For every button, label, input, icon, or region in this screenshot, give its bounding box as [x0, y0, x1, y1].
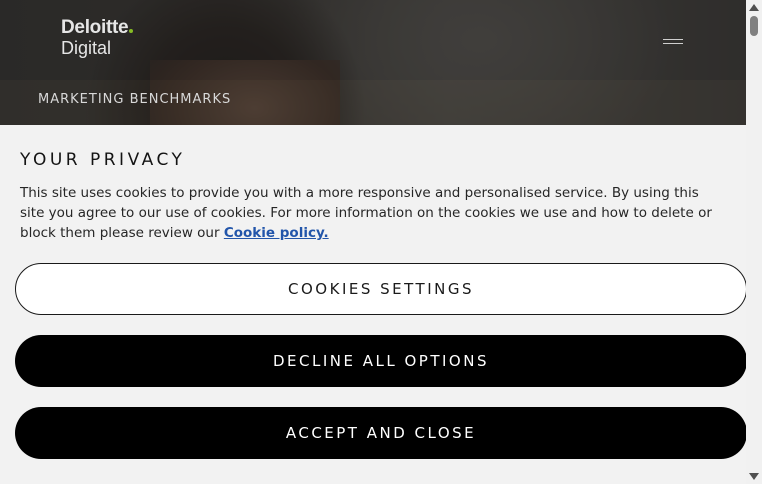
page: Deloitte Digital MARKETING BENCHMARKS YO… [0, 0, 762, 484]
cookies-settings-button[interactable]: COOKIES SETTINGS [15, 263, 747, 315]
site-header: Deloitte Digital [0, 0, 746, 80]
privacy-banner-body: This site uses cookies to provide you wi… [20, 185, 712, 241]
hamburger-menu-icon[interactable] [663, 36, 683, 46]
privacy-banner-title: YOUR PRIVACY [20, 150, 186, 170]
scroll-up-arrow-icon[interactable] [749, 4, 759, 11]
accept-and-close-button[interactable]: ACCEPT AND CLOSE [15, 407, 747, 459]
privacy-banner-text: This site uses cookies to provide you wi… [20, 183, 720, 243]
privacy-banner: YOUR PRIVACY This site uses cookies to p… [0, 125, 747, 484]
scroll-down-arrow-icon[interactable] [749, 473, 759, 480]
logo-wordmark: Deloitte [61, 17, 129, 38]
page-scrollbar[interactable] [746, 0, 762, 484]
decline-all-button[interactable]: DECLINE ALL OPTIONS [15, 335, 747, 387]
cookie-policy-link[interactable]: Cookie policy. [224, 225, 329, 241]
scrollbar-thumb[interactable] [750, 16, 758, 36]
logo-subtitle: Digital [61, 38, 112, 58]
deloitte-digital-logo[interactable]: Deloitte Digital [61, 17, 134, 58]
logo-green-dot [129, 29, 134, 33]
breadcrumb[interactable]: MARKETING BENCHMARKS [38, 92, 231, 107]
